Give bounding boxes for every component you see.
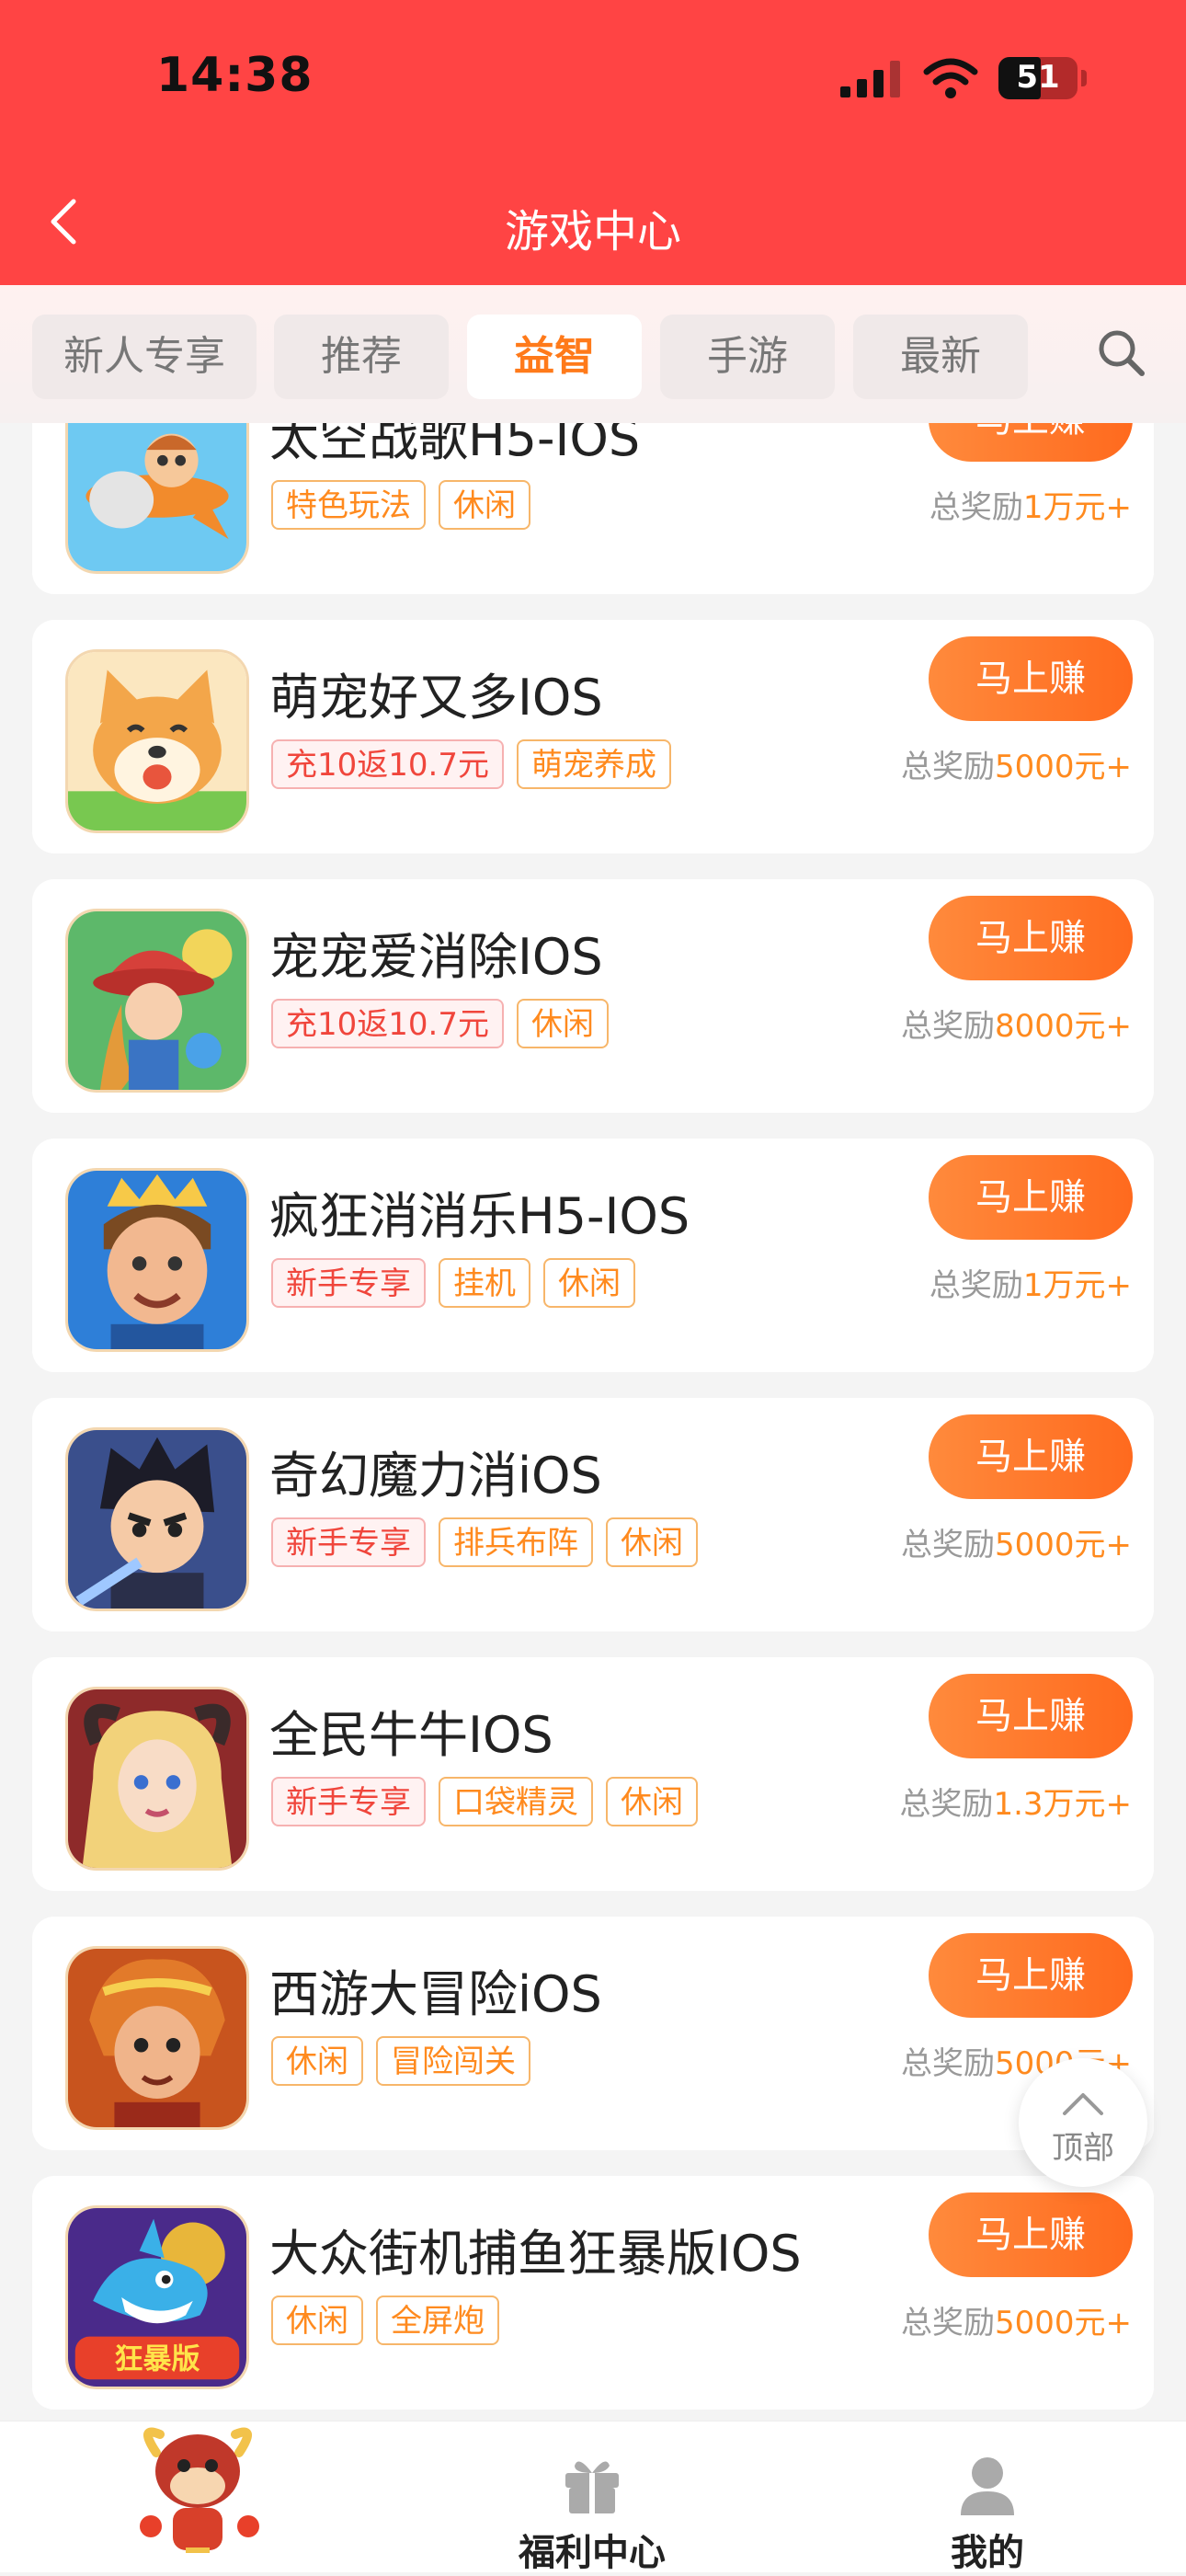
earn-now-button[interactable]: 马上赚 bbox=[929, 1414, 1133, 1499]
game-card[interactable]: 狂暴版 大众街机捕鱼狂暴版IOS 休闲 全屏炮 马上赚 总奖励5000元+ bbox=[32, 2176, 1154, 2410]
game-list: 太空战歌H5-IOS 特色玩法休闲 马上赚 总奖励1万元+ 萌宠好又多IOS 充… bbox=[0, 423, 1186, 2419]
game-tag: 排兵布阵 bbox=[439, 1517, 593, 1567]
game-card[interactable]: 全民牛牛IOS 新手专享 口袋精灵 休闲 马上赚 总奖励1.3万元+ bbox=[32, 1657, 1154, 1891]
game-tag: 萌宠养成 bbox=[516, 739, 671, 789]
total-reward: 总奖励5000元+ bbox=[900, 749, 1132, 785]
total-reward: 总奖励1万元+ bbox=[929, 1267, 1132, 1304]
game-tags: 新手专享 口袋精灵 休闲 bbox=[271, 1777, 711, 1826]
nav-label: 我的 bbox=[951, 2532, 1024, 2574]
chevron-up-icon bbox=[1063, 2093, 1103, 2115]
shiba-dog-icon bbox=[65, 649, 249, 833]
horned-elf-girl-icon bbox=[65, 1687, 249, 1871]
game-tag: 休闲 bbox=[271, 2036, 363, 2086]
game-tags: 休闲 冒险闯关 bbox=[271, 2036, 543, 2086]
witch-girl-icon bbox=[65, 909, 249, 1093]
game-name: 全民牛牛IOS bbox=[269, 1706, 553, 1764]
game-tag: 挂机 bbox=[439, 1258, 530, 1308]
total-reward: 总奖励8000元+ bbox=[900, 1008, 1132, 1045]
nav-welfare-center[interactable]: 福利中心 bbox=[482, 2449, 702, 2576]
game-tag: 全屏炮 bbox=[376, 2296, 499, 2345]
game-tags: 休闲 全屏炮 bbox=[271, 2296, 512, 2345]
game-tag: 新手专享 bbox=[271, 1777, 426, 1826]
shark-icon: 狂暴版 bbox=[65, 2205, 249, 2389]
gift-icon bbox=[565, 2461, 619, 2513]
search-icon[interactable] bbox=[1094, 326, 1149, 381]
game-tag: 休闲 bbox=[543, 1258, 635, 1308]
scroll-to-top-label: 顶部 bbox=[1052, 2130, 1114, 2167]
game-tag: 特色玩法 bbox=[271, 480, 426, 530]
svg-text:狂暴版: 狂暴版 bbox=[114, 2343, 200, 2376]
game-tag: 冒险闯关 bbox=[376, 2036, 530, 2086]
nav-mine[interactable]: 我的 bbox=[877, 2449, 1098, 2576]
game-tag: 新手专享 bbox=[271, 1517, 426, 1567]
app-header: 14:38 51 游戏中心 bbox=[0, 0, 1186, 285]
earn-now-button[interactable]: 马上赚 bbox=[929, 636, 1133, 721]
scroll-to-top-button[interactable]: 顶部 bbox=[1019, 2058, 1147, 2187]
status-time: 14:38 bbox=[156, 48, 314, 103]
game-name: 奇幻魔力消iOS bbox=[269, 1447, 602, 1505]
game-name: 太空战歌H5-IOS bbox=[269, 423, 641, 467]
game-tag: 休闲 bbox=[439, 480, 530, 530]
tab-latest[interactable]: 最新 bbox=[853, 315, 1028, 399]
cellular-signal-icon bbox=[840, 61, 900, 97]
total-reward: 总奖励5000元+ bbox=[900, 2305, 1132, 2341]
earn-now-button[interactable]: 马上赚 bbox=[929, 1155, 1133, 1240]
user-icon bbox=[961, 2457, 1014, 2515]
category-tabs: 新人专享 推荐 益智 手游 最新 bbox=[0, 285, 1186, 423]
game-card[interactable]: 西游大冒险iOS 休闲冒险闯关 马上赚 总奖励5000元+ bbox=[32, 1917, 1154, 2150]
game-tags: 充10返10.7元 萌宠养成 bbox=[271, 739, 684, 789]
game-card[interactable]: 太空战歌H5-IOS 特色玩法休闲 马上赚 总奖励1万元+ bbox=[32, 423, 1154, 594]
game-card[interactable]: 疯狂消消乐H5-IOS 新手专享 挂机 休闲 马上赚 总奖励1万元+ bbox=[32, 1139, 1154, 1372]
game-tags: 特色玩法 休闲 bbox=[271, 480, 543, 530]
game-tag: 充10返10.7元 bbox=[271, 999, 504, 1048]
game-tag: 休闲 bbox=[606, 1517, 698, 1567]
game-tag: 充10返10.7元 bbox=[271, 739, 504, 789]
game-name: 大众街机捕鱼狂暴版IOS bbox=[269, 2225, 802, 2283]
earn-now-button[interactable]: 马上赚 bbox=[929, 423, 1133, 462]
total-reward: 总奖励5000元+ bbox=[900, 1527, 1132, 1563]
game-tag: 休闲 bbox=[516, 999, 609, 1048]
monkey-king-icon bbox=[65, 1946, 249, 2130]
game-name: 萌宠好又多IOS bbox=[269, 669, 603, 727]
earn-now-button[interactable]: 马上赚 bbox=[929, 896, 1133, 980]
swordsman-icon bbox=[65, 1427, 249, 1611]
game-tag: 新手专享 bbox=[271, 1258, 426, 1308]
game-name: 宠宠爱消除IOS bbox=[269, 928, 603, 986]
total-reward: 总奖励1万元+ bbox=[929, 489, 1132, 526]
battery-level: 51 bbox=[1016, 59, 1060, 96]
game-card[interactable]: 萌宠好又多IOS 充10返10.7元 萌宠养成 马上赚 总奖励5000元+ bbox=[32, 620, 1154, 853]
crowned-prince-icon bbox=[65, 1168, 249, 1352]
total-reward: 总奖励1.3万元+ bbox=[899, 1786, 1132, 1823]
bottom-navigation: 福利中心 我的 bbox=[0, 2421, 1186, 2574]
ox-mascot-icon[interactable] bbox=[120, 2416, 276, 2567]
tab-newcomer[interactable]: 新人专享 bbox=[32, 315, 257, 399]
earn-now-button[interactable]: 马上赚 bbox=[929, 2192, 1133, 2277]
earn-now-button[interactable]: 马上赚 bbox=[929, 1674, 1133, 1758]
game-tag: 口袋精灵 bbox=[439, 1777, 593, 1826]
game-tag: 休闲 bbox=[606, 1777, 698, 1826]
battery-icon: 51 bbox=[998, 57, 1078, 99]
game-tags: 充10返10.7元 休闲 bbox=[271, 999, 622, 1048]
tab-mobile-games[interactable]: 手游 bbox=[660, 315, 835, 399]
plane-pilot-icon bbox=[65, 423, 249, 574]
game-name: 西游大冒险iOS bbox=[269, 1965, 602, 2023]
game-tags: 新手专享 挂机 休闲 bbox=[271, 1258, 648, 1308]
game-tags: 新手专享 排兵布阵 休闲 bbox=[271, 1517, 711, 1567]
game-tag: 休闲 bbox=[271, 2296, 363, 2345]
page-title: 游戏中心 bbox=[504, 206, 681, 258]
tab-recommend[interactable]: 推荐 bbox=[274, 315, 449, 399]
game-name: 疯狂消消乐H5-IOS bbox=[269, 1187, 690, 1245]
wifi-icon bbox=[923, 58, 978, 98]
earn-now-button[interactable]: 马上赚 bbox=[929, 1933, 1133, 2018]
nav-label: 福利中心 bbox=[519, 2532, 666, 2574]
game-card[interactable]: 宠宠爱消除IOS 充10返10.7元 休闲 马上赚 总奖励8000元+ bbox=[32, 879, 1154, 1113]
tab-puzzle[interactable]: 益智 bbox=[467, 315, 642, 399]
game-card[interactable]: 奇幻魔力消iOS 新手专享 排兵布阵 休闲 马上赚 总奖励5000元+ bbox=[32, 1398, 1154, 1631]
